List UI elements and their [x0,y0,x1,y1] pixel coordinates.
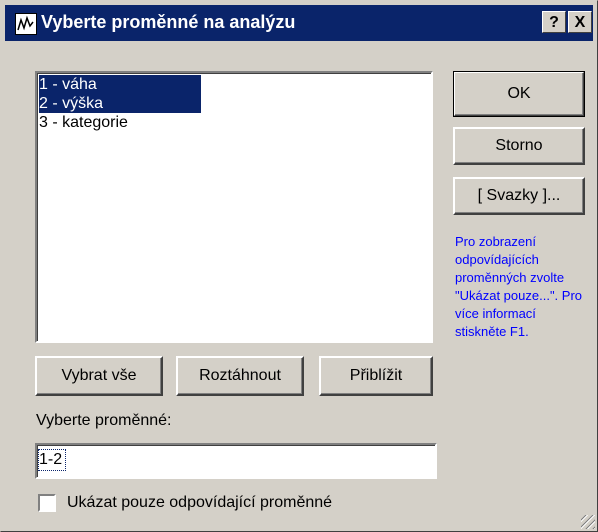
zoom-button[interactable]: Přiblížit [319,356,433,396]
selection-input[interactable]: 1-2 [35,443,437,479]
selection-value: 1-2 [39,451,63,468]
cancel-button[interactable]: Storno [453,127,585,165]
bundles-button[interactable]: [ Svazky ]... [453,177,585,215]
list-item[interactable]: 3 - kategorie [39,113,128,132]
list-item[interactable]: 2 - výška [39,94,201,113]
variable-selection-dialog: Vyberte proměnné na analýzu ? X 1 - váha… [0,0,598,532]
select-all-button[interactable]: Vybrat vše [35,356,163,396]
title-bar[interactable]: Vyberte proměnné na analýzu ? X [5,5,593,41]
help-text: Pro zobrazení odpovídajících proměnných … [455,234,583,339]
show-only-checkbox[interactable] [38,494,56,512]
ok-button[interactable]: OK [453,71,585,117]
list-item[interactable]: 1 - váha [39,75,201,94]
resize-grip[interactable] [581,515,595,529]
expand-button[interactable]: Roztáhnout [176,356,304,396]
show-only-label[interactable]: Ukázat pouze odpovídající proměnné [67,494,332,512]
variable-list[interactable]: 1 - váha 2 - výška 3 - kategorie [35,71,433,343]
selection-label: Vyberte proměnné: [36,412,172,429]
window-title: Vyberte proměnné na analýzu [41,12,296,32]
app-icon [15,13,37,35]
help-button[interactable]: ? [542,11,566,33]
close-button[interactable]: X [568,11,592,33]
